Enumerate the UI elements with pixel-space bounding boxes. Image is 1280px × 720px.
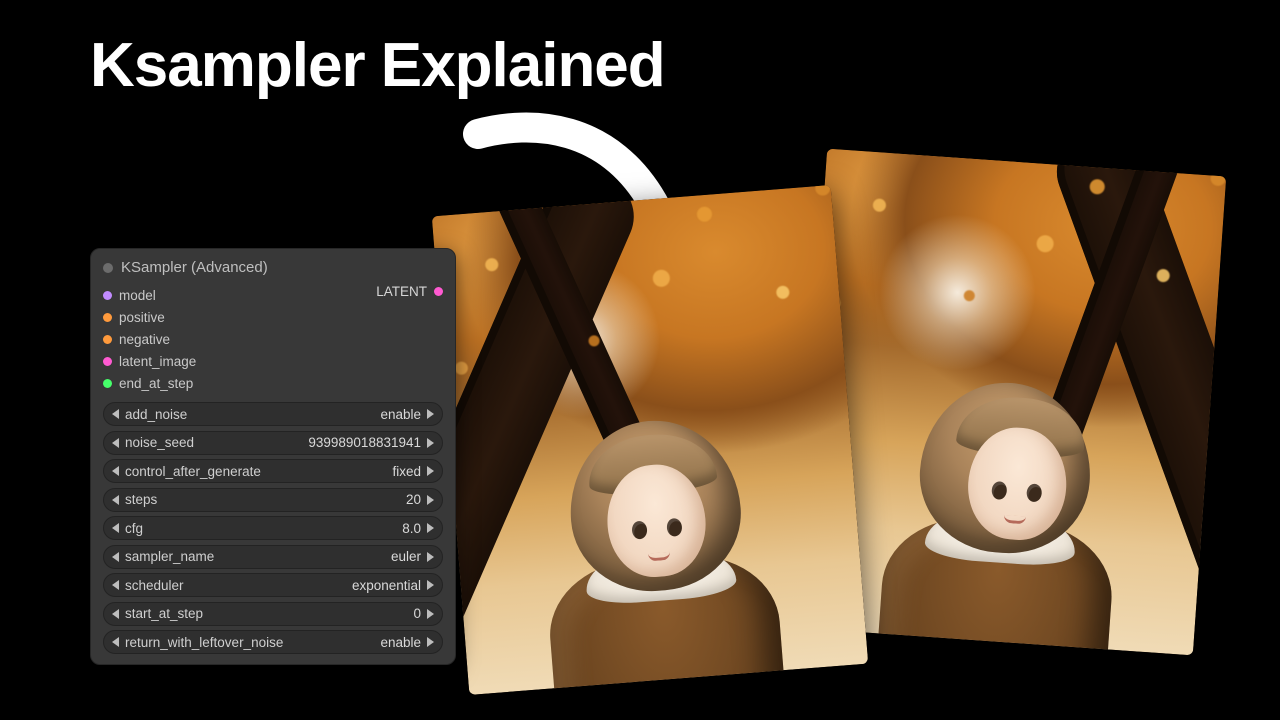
chevron-right-icon[interactable]	[427, 580, 434, 590]
widget-add-noise[interactable]: add_noise enable	[103, 402, 443, 426]
widget-label: scheduler	[125, 578, 184, 593]
chevron-right-icon[interactable]	[427, 495, 434, 505]
chevron-left-icon[interactable]	[112, 466, 119, 476]
widget-control-after-generate[interactable]: control_after_generate fixed	[103, 459, 443, 483]
chevron-left-icon[interactable]	[112, 580, 119, 590]
widget-label: sampler_name	[125, 549, 214, 564]
widget-label: control_after_generate	[125, 464, 261, 479]
chevron-left-icon[interactable]	[112, 438, 119, 448]
port-dot-icon	[103, 291, 112, 300]
widget-value: 0	[413, 606, 421, 621]
widget-steps[interactable]: steps 20	[103, 488, 443, 512]
chevron-right-icon[interactable]	[427, 609, 434, 619]
output-image-front	[432, 185, 868, 695]
node-collapse-icon[interactable]	[103, 263, 113, 273]
input-port-end-at-step[interactable]: end_at_step	[103, 372, 443, 394]
widget-label: return_with_leftover_noise	[125, 635, 283, 650]
port-dot-icon	[103, 379, 112, 388]
port-dot-icon	[103, 335, 112, 344]
widget-value: enable	[380, 635, 421, 650]
chevron-left-icon[interactable]	[112, 523, 119, 533]
node-title: KSampler (Advanced)	[121, 259, 268, 276]
input-port-positive[interactable]: positive	[103, 306, 443, 328]
input-port-label: model	[119, 288, 156, 303]
output-port-latent[interactable]: LATENT	[376, 284, 443, 299]
widget-value: 8.0	[402, 521, 421, 536]
widget-sampler-name[interactable]: sampler_name euler	[103, 545, 443, 569]
widget-label: add_noise	[125, 407, 187, 422]
chevron-right-icon[interactable]	[427, 552, 434, 562]
widget-label: noise_seed	[125, 435, 194, 450]
output-port-label: LATENT	[376, 284, 427, 299]
node-widgets: add_noise enable noise_seed 939989018831…	[91, 400, 455, 654]
widget-scheduler[interactable]: scheduler exponential	[103, 573, 443, 597]
chevron-left-icon[interactable]	[112, 495, 119, 505]
widget-value: euler	[391, 549, 421, 564]
widget-label: steps	[125, 492, 157, 507]
port-dot-icon	[434, 287, 443, 296]
port-dot-icon	[103, 313, 112, 322]
widget-return-with-leftover-noise[interactable]: return_with_leftover_noise enable	[103, 630, 443, 654]
chevron-right-icon[interactable]	[427, 523, 434, 533]
input-port-latent-image[interactable]: latent_image	[103, 350, 443, 372]
widget-noise-seed[interactable]: noise_seed 939989018831941	[103, 431, 443, 455]
chevron-left-icon[interactable]	[112, 409, 119, 419]
widget-value: 20	[406, 492, 421, 507]
widget-start-at-step[interactable]: start_at_step 0	[103, 602, 443, 626]
ksampler-node[interactable]: KSampler (Advanced) LATENT model positiv…	[90, 248, 456, 665]
widget-value: enable	[380, 407, 421, 422]
input-port-label: latent_image	[119, 354, 196, 369]
widget-label: start_at_step	[125, 606, 203, 621]
input-port-label: negative	[119, 332, 170, 347]
chevron-left-icon[interactable]	[112, 552, 119, 562]
port-dot-icon	[103, 357, 112, 366]
widget-cfg[interactable]: cfg 8.0	[103, 516, 443, 540]
widget-label: cfg	[125, 521, 143, 536]
chevron-left-icon[interactable]	[112, 637, 119, 647]
chevron-right-icon[interactable]	[427, 466, 434, 476]
page-title: Ksampler Explained	[90, 30, 665, 101]
chevron-right-icon[interactable]	[427, 409, 434, 419]
node-titlebar[interactable]: KSampler (Advanced)	[91, 255, 455, 284]
chevron-right-icon[interactable]	[427, 637, 434, 647]
chevron-right-icon[interactable]	[427, 438, 434, 448]
chevron-left-icon[interactable]	[112, 609, 119, 619]
input-port-label: end_at_step	[119, 376, 193, 391]
widget-value: exponential	[352, 578, 421, 593]
input-port-negative[interactable]: negative	[103, 328, 443, 350]
widget-value: fixed	[392, 464, 421, 479]
input-port-label: positive	[119, 310, 165, 325]
widget-value: 939989018831941	[308, 435, 421, 450]
